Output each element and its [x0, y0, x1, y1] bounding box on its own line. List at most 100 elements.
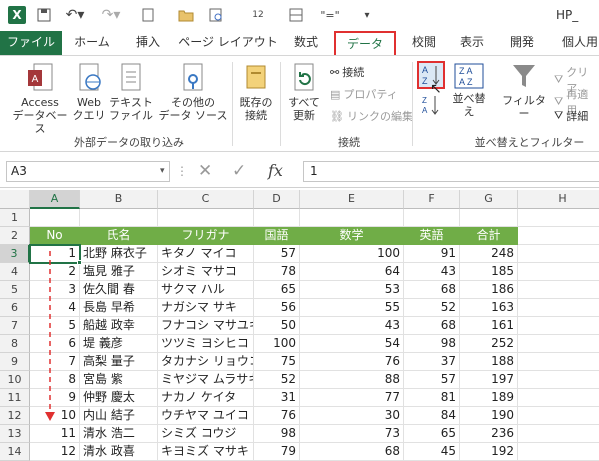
tab-data[interactable]: データ: [334, 31, 396, 55]
access-database-button[interactable]: A Access データベース: [8, 62, 72, 135]
cell-a1[interactable]: [30, 209, 80, 227]
cell-c4[interactable]: シオミ マサコ: [158, 263, 254, 281]
name-box-dropdown-icon[interactable]: ▾: [160, 166, 165, 176]
cell-d9[interactable]: 75: [254, 353, 300, 371]
cell-b11[interactable]: 仲野 慶太: [80, 389, 158, 407]
cell-h13[interactable]: [518, 425, 599, 443]
cell-f3[interactable]: 91: [404, 245, 460, 263]
row-header-10[interactable]: 10: [0, 371, 30, 389]
other-sources-button[interactable]: その他の データ ソース: [158, 62, 228, 122]
equals-button[interactable]: "=": [318, 5, 342, 25]
cancel-icon[interactable]: ✕: [198, 161, 212, 181]
cell-c11[interactable]: ナカノ ケイタ: [158, 389, 254, 407]
cell-e11[interactable]: 77: [300, 389, 404, 407]
row-header-2[interactable]: 2: [0, 227, 30, 245]
cell-f7[interactable]: 68: [404, 317, 460, 335]
cell-b13[interactable]: 清水 浩二: [80, 425, 158, 443]
cell-e10[interactable]: 88: [300, 371, 404, 389]
save-icon[interactable]: [34, 5, 54, 25]
row-header-6[interactable]: 6: [0, 299, 30, 317]
cell-g12[interactable]: 190: [460, 407, 518, 425]
cell-f2[interactable]: 英語: [404, 227, 460, 245]
new-icon[interactable]: [138, 5, 158, 25]
refresh-all-button[interactable]: すべて 更新: [284, 62, 324, 122]
cell-b6[interactable]: 長島 早希: [80, 299, 158, 317]
cell-f4[interactable]: 43: [404, 263, 460, 281]
column-header-d[interactable]: D: [254, 190, 300, 209]
cell-b5[interactable]: 佐久間 春: [80, 281, 158, 299]
cell-c6[interactable]: ナガシマ サキ: [158, 299, 254, 317]
cell-f5[interactable]: 68: [404, 281, 460, 299]
fill-handle[interactable]: [77, 260, 82, 265]
cell-d13[interactable]: 98: [254, 425, 300, 443]
cell-h14[interactable]: [518, 443, 599, 461]
row-header-9[interactable]: 9: [0, 353, 30, 371]
cell-h11[interactable]: [518, 389, 599, 407]
tab-personal[interactable]: 個人用: [550, 31, 599, 55]
row-header-3[interactable]: 3: [0, 245, 30, 263]
redo-icon[interactable]: ↷▾: [96, 5, 126, 25]
tab-view[interactable]: 表示: [450, 31, 494, 55]
cell-g7[interactable]: 161: [460, 317, 518, 335]
column-header-a[interactable]: A: [30, 190, 80, 209]
cell-b1[interactable]: [80, 209, 158, 227]
cell-f1[interactable]: [404, 209, 460, 227]
cell-c12[interactable]: ウチヤマ ユイコ: [158, 407, 254, 425]
open-icon[interactable]: [176, 5, 196, 25]
cell-g2[interactable]: 合計: [460, 227, 518, 245]
cell-d1[interactable]: [254, 209, 300, 227]
cell-e2[interactable]: 数学: [300, 227, 404, 245]
cell-e6[interactable]: 55: [300, 299, 404, 317]
cell-g1[interactable]: [460, 209, 518, 227]
cell-d7[interactable]: 50: [254, 317, 300, 335]
cell-a14[interactable]: 12: [30, 443, 80, 461]
connections-button[interactable]: ⚯ 接続: [330, 64, 364, 80]
column-header-c[interactable]: C: [158, 190, 254, 209]
cell-g10[interactable]: 197: [460, 371, 518, 389]
cell-f9[interactable]: 37: [404, 353, 460, 371]
cell-c7[interactable]: フナコシ マサユキ: [158, 317, 254, 335]
cell-h9[interactable]: [518, 353, 599, 371]
cell-e12[interactable]: 30: [300, 407, 404, 425]
column-header-f[interactable]: F: [404, 190, 460, 209]
font-size-icon[interactable]: 12: [246, 5, 270, 25]
tab-home[interactable]: ホーム: [62, 31, 122, 55]
tab-developer[interactable]: 開発: [498, 31, 546, 55]
customize-qat-icon[interactable]: ▾: [360, 5, 374, 25]
print-preview-icon[interactable]: [206, 5, 226, 25]
row-header-5[interactable]: 5: [0, 281, 30, 299]
cell-d3[interactable]: 57: [254, 245, 300, 263]
properties-button[interactable]: ▤ プロパティ: [330, 86, 398, 102]
cell-e9[interactable]: 76: [300, 353, 404, 371]
cell-d10[interactable]: 52: [254, 371, 300, 389]
cell-h1[interactable]: [518, 209, 599, 227]
row-header-1[interactable]: 1: [0, 209, 30, 227]
cell-c5[interactable]: サクマ ハル: [158, 281, 254, 299]
cell-e4[interactable]: 64: [300, 263, 404, 281]
name-box[interactable]: A3: [6, 161, 170, 182]
tab-file[interactable]: ファイル: [0, 31, 62, 55]
filter-button[interactable]: フィルター: [500, 62, 548, 120]
select-all-corner[interactable]: [0, 190, 30, 209]
cell-d8[interactable]: 100: [254, 335, 300, 353]
row-header-4[interactable]: 4: [0, 263, 30, 281]
cell-h2[interactable]: [518, 227, 599, 245]
cell-e1[interactable]: [300, 209, 404, 227]
cell-b8[interactable]: 堤 義彦: [80, 335, 158, 353]
existing-connections-button[interactable]: 既存の 接続: [236, 62, 276, 122]
cell-a2[interactable]: No: [30, 227, 80, 245]
cell-b4[interactable]: 塩見 雅子: [80, 263, 158, 281]
cell-e5[interactable]: 53: [300, 281, 404, 299]
edit-links-button[interactable]: ⛓ リンクの編集: [330, 108, 413, 124]
cell-f10[interactable]: 57: [404, 371, 460, 389]
row-header-11[interactable]: 11: [0, 389, 30, 407]
cell-c10[interactable]: ミヤジマ ムラサキ: [158, 371, 254, 389]
cell-g14[interactable]: 192: [460, 443, 518, 461]
cell-g3[interactable]: 248: [460, 245, 518, 263]
row-header-12[interactable]: 12: [0, 407, 30, 425]
cell-b2[interactable]: 氏名: [80, 227, 158, 245]
cell-g6[interactable]: 163: [460, 299, 518, 317]
cell-h3[interactable]: [518, 245, 599, 263]
formula-input[interactable]: 1: [303, 161, 599, 182]
cell-g8[interactable]: 252: [460, 335, 518, 353]
